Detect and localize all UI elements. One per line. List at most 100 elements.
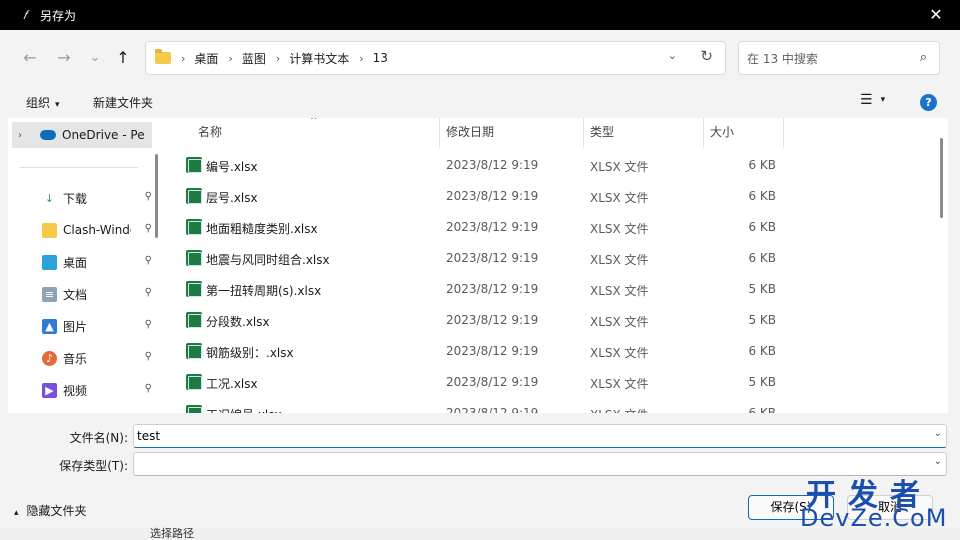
desktop-icon: [42, 254, 57, 270]
browser-pane: › OneDrive - Personal ↓ 下载 ⚲ Clash-Windows ⚲…: [8, 118, 948, 413]
refresh-button[interactable]: ↻: [700, 47, 713, 65]
table-row[interactable]: 地面粗糙度类别.xlsx 2023/8/12 9:19 XLSX 文件 6 KB: [163, 212, 923, 243]
new-folder-button[interactable]: 新建文件夹: [93, 94, 153, 111]
pin-icon[interactable]: ⚲: [145, 255, 152, 266]
chevron-right-icon[interactable]: ›: [359, 52, 363, 65]
file-name: 第一扭转周期(s).xlsx: [206, 284, 322, 298]
forward-button[interactable]: →: [52, 46, 76, 70]
table-row[interactable]: 钢筋级别：.xlsx 2023/8/12 9:19 XLSX 文件 6 KB: [163, 336, 923, 367]
pin-icon[interactable]: ⚲: [145, 351, 152, 362]
file-type: XLSX 文件: [590, 284, 649, 298]
chevron-down-icon: ▾: [880, 95, 886, 105]
breadcrumb-13[interactable]: 13: [373, 51, 388, 65]
file-type: XLSX 文件: [590, 377, 649, 391]
pin-icon[interactable]: ⚲: [145, 287, 152, 298]
address-bar[interactable]: › 桌面 › 蓝图 › 计算书文本 › 13 ⌄ ↻: [145, 41, 726, 75]
excel-file-icon: [186, 374, 202, 390]
sidebar-item[interactable]: 桌面 ⚲: [12, 248, 152, 276]
sidebar-item-label: 桌面: [63, 255, 88, 270]
sidebar-scrollbar[interactable]: [155, 154, 158, 238]
column-header-modified[interactable]: 修改日期: [446, 118, 494, 148]
search-box: ⌕: [738, 41, 940, 75]
sidebar-item-onedrive[interactable]: › OneDrive - Personal: [12, 122, 152, 148]
folder-icon: [155, 49, 171, 64]
column-divider[interactable]: [439, 118, 440, 148]
pin-icon[interactable]: ⚲: [145, 319, 152, 330]
column-header-size[interactable]: 大小: [710, 118, 734, 148]
help-button[interactable]: ?: [920, 94, 937, 111]
chevron-right-icon[interactable]: ›: [276, 52, 280, 65]
file-name: 编号.xlsx: [206, 160, 258, 174]
sidebar-item-label: 音乐: [63, 351, 88, 366]
table-row[interactable]: 地震与风同时组合.xlsx 2023/8/12 9:19 XLSX 文件 6 KB: [163, 243, 923, 274]
address-dropdown-button[interactable]: ⌄: [668, 49, 677, 62]
column-divider[interactable]: [583, 118, 584, 148]
chevron-right-icon[interactable]: ›: [18, 130, 32, 141]
download-icon: ↓: [44, 191, 55, 205]
excel-file-icon: [186, 312, 202, 328]
title-bar: 𝑓 另存为 ✕: [0, 0, 960, 30]
file-list: 名称 ^ 修改日期 类型 大小 编号.xlsx 2023/8/12 9:19 XLS…: [163, 118, 948, 413]
sidebar-item[interactable]: ▲ 图片 ⚲: [12, 312, 152, 340]
file-type: XLSX 文件: [590, 253, 649, 267]
pin-icon[interactable]: ⚲: [145, 223, 152, 234]
watermark: 开发者 DevZe.CoM: [800, 470, 960, 540]
navigation-sidebar: › OneDrive - Personal ↓ 下载 ⚲ Clash-Windows ⚲…: [8, 118, 163, 413]
filename-combo: ⌄: [133, 424, 947, 448]
sort-ascending-icon: ^: [310, 118, 318, 126]
back-button[interactable]: ←: [18, 46, 42, 70]
sidebar-item[interactable]: ▶ 视频 ⚲: [12, 376, 152, 404]
file-list-scrollbar[interactable]: [940, 138, 943, 218]
column-header-type[interactable]: 类型: [590, 118, 614, 148]
toolbar: 组织 ▾ 新建文件夹 ☰ ▾ ?: [0, 86, 960, 118]
column-header-name[interactable]: 名称: [198, 118, 222, 148]
sidebar-item[interactable]: ↓ 下载 ⚲: [12, 184, 152, 212]
recent-locations-button[interactable]: ⌄: [83, 46, 107, 70]
sidebar-item-label: 图片: [63, 319, 88, 334]
search-input[interactable]: [747, 50, 907, 68]
table-row[interactable]: 分段数.xlsx 2023/8/12 9:19 XLSX 文件 5 KB: [163, 305, 923, 336]
table-row[interactable]: 工况.xlsx 2023/8/12 9:19 XLSX 文件 5 KB: [163, 367, 923, 398]
chevron-right-icon[interactable]: ›: [228, 52, 232, 65]
close-button[interactable]: ✕: [924, 4, 948, 26]
excel-file-icon: [186, 188, 202, 204]
chevron-up-icon: ▴: [14, 508, 19, 518]
hide-folders-button[interactable]: ▴ 隐藏文件夹: [14, 502, 87, 519]
file-size: 5 KB: [748, 375, 776, 389]
file-size: 6 KB: [748, 251, 776, 265]
video-icon: ▶: [42, 382, 57, 398]
file-name: 地面粗糙度类别.xlsx: [206, 222, 318, 236]
breadcrumb-desktop[interactable]: 桌面: [194, 50, 218, 67]
breadcrumb-calc-text[interactable]: 计算书文本: [289, 50, 349, 67]
pin-icon[interactable]: ⚲: [145, 383, 152, 394]
music-icon: ♪: [42, 350, 57, 366]
chevron-down-icon[interactable]: ⌄: [934, 456, 942, 467]
table-row[interactable]: 工况编号.xlsx 2023/8/12 9:19 XLSX 文件 6 KB: [163, 398, 923, 413]
cloud-icon: [40, 130, 56, 140]
sidebar-item[interactable]: ≡ 文档 ⚲: [12, 280, 152, 308]
window-title: 另存为: [40, 8, 77, 23]
sidebar-item-label: 下载: [63, 191, 88, 206]
column-divider[interactable]: [703, 118, 704, 148]
chevron-down-icon[interactable]: ⌄: [934, 428, 942, 439]
excel-file-icon: [186, 219, 202, 235]
hide-folders-label: 隐藏文件夹: [26, 504, 87, 518]
organize-button[interactable]: 组织 ▾: [26, 94, 60, 111]
sidebar-item[interactable]: Clash-Windows ⚲: [12, 216, 152, 244]
pin-icon[interactable]: ⚲: [145, 191, 152, 202]
file-name: 层号.xlsx: [206, 191, 258, 205]
column-divider[interactable]: [783, 118, 784, 148]
file-name: 地震与风同时组合.xlsx: [206, 253, 330, 267]
table-row[interactable]: 编号.xlsx 2023/8/12 9:19 XLSX 文件 6 KB: [163, 150, 923, 181]
breadcrumb-blueprint[interactable]: 蓝图: [242, 50, 266, 67]
navigation-bar: ← → ⌄ ↑ › 桌面 › 蓝图 › 计算书文本 › 13 ⌄ ↻ ⌕: [0, 30, 960, 86]
up-button[interactable]: ↑: [111, 46, 135, 70]
feather-icon: 𝑓: [23, 8, 27, 22]
sidebar-item[interactable]: ♪ 音乐 ⚲: [12, 344, 152, 372]
table-row[interactable]: 层号.xlsx 2023/8/12 9:19 XLSX 文件 6 KB: [163, 181, 923, 212]
view-options-button[interactable]: ☰ ▾: [860, 92, 885, 108]
table-row[interactable]: 第一扭转周期(s).xlsx 2023/8/12 9:19 XLSX 文件 5 KB: [163, 274, 923, 305]
search-icon[interactable]: ⌕: [920, 50, 927, 65]
filename-input[interactable]: [137, 428, 917, 444]
file-modified: 2023/8/12 9:19: [446, 251, 539, 265]
